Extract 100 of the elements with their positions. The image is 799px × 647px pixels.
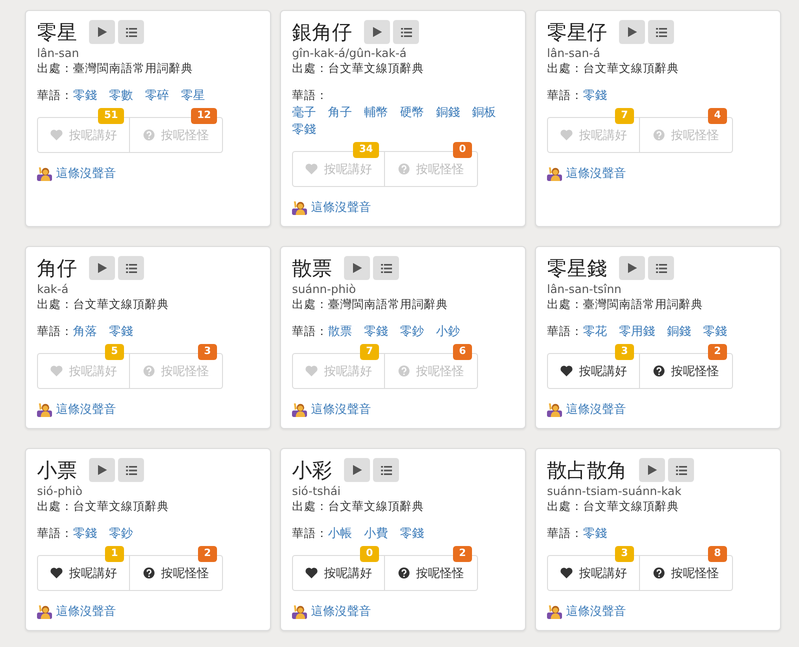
mandarin-link[interactable]: 小帳 [328, 525, 352, 542]
question-icon [143, 567, 155, 579]
list-icon [656, 264, 666, 272]
heart-icon [50, 567, 63, 579]
mandarin-label: 華語： [547, 87, 583, 104]
person-icon [37, 604, 52, 619]
count-badge: 4 [708, 108, 727, 124]
odd-button[interactable]: 按呢怪怪 [385, 555, 478, 591]
source-text: 出處：台文華文線頂辭典 [292, 499, 425, 514]
person-icon [547, 604, 562, 619]
romanization: lân-san-á [547, 46, 602, 61]
count-badge: 51 [98, 108, 124, 124]
play-button[interactable] [89, 256, 115, 280]
no-audio-link[interactable]: 這條沒聲音 [566, 603, 626, 620]
count-badge: 7 [615, 108, 634, 124]
romanization: suánn-tsiam-suánn-kak [547, 484, 682, 499]
mandarin-link[interactable]: 零錢 [73, 525, 97, 542]
odd-button[interactable]: 按呢怪怪 [640, 555, 733, 591]
word-title: 零星仔 [547, 19, 607, 46]
word-title: 散占散角 [547, 457, 627, 484]
list-icon [126, 264, 136, 272]
list-button[interactable] [373, 458, 399, 482]
play-button[interactable] [344, 458, 370, 482]
mandarin-link[interactable]: 小費 [364, 525, 388, 542]
play-button[interactable] [619, 256, 645, 280]
word-title: 零星錢 [547, 255, 607, 282]
heart-icon [305, 567, 318, 579]
play-button[interactable] [619, 20, 645, 44]
question-icon [653, 567, 665, 579]
odd-button[interactable]: 按呢怪怪 [640, 353, 733, 389]
mandarin-link[interactable]: 零錢 [400, 525, 424, 542]
list-button[interactable] [373, 256, 399, 280]
count-badge: 5 [105, 344, 124, 360]
romanization: sió-phiò [37, 484, 84, 499]
romanization: sió-tshái [292, 484, 342, 499]
word-title: 散票 [292, 255, 332, 282]
list-button[interactable] [668, 458, 694, 482]
list-button[interactable] [648, 256, 674, 280]
play-icon [372, 27, 382, 37]
count-badge: 7 [360, 344, 379, 360]
no-audio-link[interactable]: 這條沒聲音 [311, 603, 371, 620]
question-icon [398, 365, 410, 377]
question-icon [143, 365, 155, 377]
list-button[interactable] [118, 256, 144, 280]
like-button[interactable]: 按呢講好 [547, 555, 640, 591]
source-text: 出處：台文華文線頂辭典 [547, 499, 680, 514]
person-icon [292, 604, 307, 619]
heart-icon [50, 129, 63, 141]
count-badge: 12 [191, 108, 217, 124]
question-icon [143, 129, 155, 141]
mandarin-link[interactable]: 零用錢 [619, 323, 655, 340]
list-icon [126, 466, 136, 474]
romanization: lân-san-tsînn [547, 282, 622, 297]
like-button[interactable]: 按呢講好 [547, 353, 640, 389]
mandarin-link[interactable]: 零錢 [703, 323, 727, 340]
odd-button[interactable]: 按呢怪怪 [130, 555, 223, 591]
play-button[interactable] [89, 20, 115, 44]
play-icon [628, 263, 636, 273]
count-badge: 2 [453, 546, 472, 562]
source-text: 出處：台文華文線頂辭典 [292, 61, 425, 76]
question-icon [398, 567, 410, 579]
play-icon [352, 263, 362, 273]
list-button[interactable] [118, 20, 144, 44]
list-button[interactable] [393, 20, 419, 44]
play-button[interactable] [364, 20, 390, 44]
count-badge: 8 [708, 546, 727, 562]
no-audio-link[interactable]: 這條沒聲音 [566, 401, 626, 418]
mandarin-link[interactable]: 銅錢 [667, 323, 691, 340]
person-icon [292, 200, 307, 215]
heart-icon [305, 365, 318, 377]
mandarin-link[interactable]: 零錢 [583, 525, 607, 542]
no-audio-link[interactable]: 這條沒聲音 [56, 603, 116, 620]
mandarin-label: 華語： [37, 87, 73, 104]
mandarin-label: 華語： [547, 525, 583, 542]
source-text: 出處：臺灣閩南語常用詞辭典 [292, 297, 449, 312]
list-icon [400, 28, 412, 36]
question-icon [653, 129, 665, 141]
mandarin-link[interactable]: 零花 [583, 323, 607, 340]
heart-icon [560, 129, 573, 141]
question-icon [653, 365, 665, 377]
person-icon [547, 402, 562, 417]
count-badge: 0 [453, 142, 472, 158]
mandarin-label: 華語： [37, 525, 73, 542]
romanization: gîn-kak-á/gûn-kak-á [292, 46, 408, 61]
source-text: 出處：台文華文線頂辭典 [547, 61, 680, 76]
play-button[interactable] [639, 458, 665, 482]
count-badge: 3 [615, 546, 634, 562]
like-button[interactable]: 按呢講好 [37, 555, 130, 591]
count-badge: 3 [615, 344, 634, 360]
count-badge: 2 [708, 344, 727, 360]
play-button[interactable] [344, 256, 370, 280]
like-button[interactable]: 按呢講好 [292, 555, 385, 591]
mandarin-label: 華語： [547, 323, 583, 340]
mandarin-link[interactable]: 零鈔 [109, 525, 133, 542]
list-button[interactable] [118, 458, 144, 482]
list-button[interactable] [648, 20, 674, 44]
person-icon [37, 166, 52, 181]
play-icon [98, 465, 106, 475]
play-button[interactable] [89, 458, 115, 482]
source-text: 出處：臺灣閩南語常用詞辭典 [37, 61, 194, 76]
